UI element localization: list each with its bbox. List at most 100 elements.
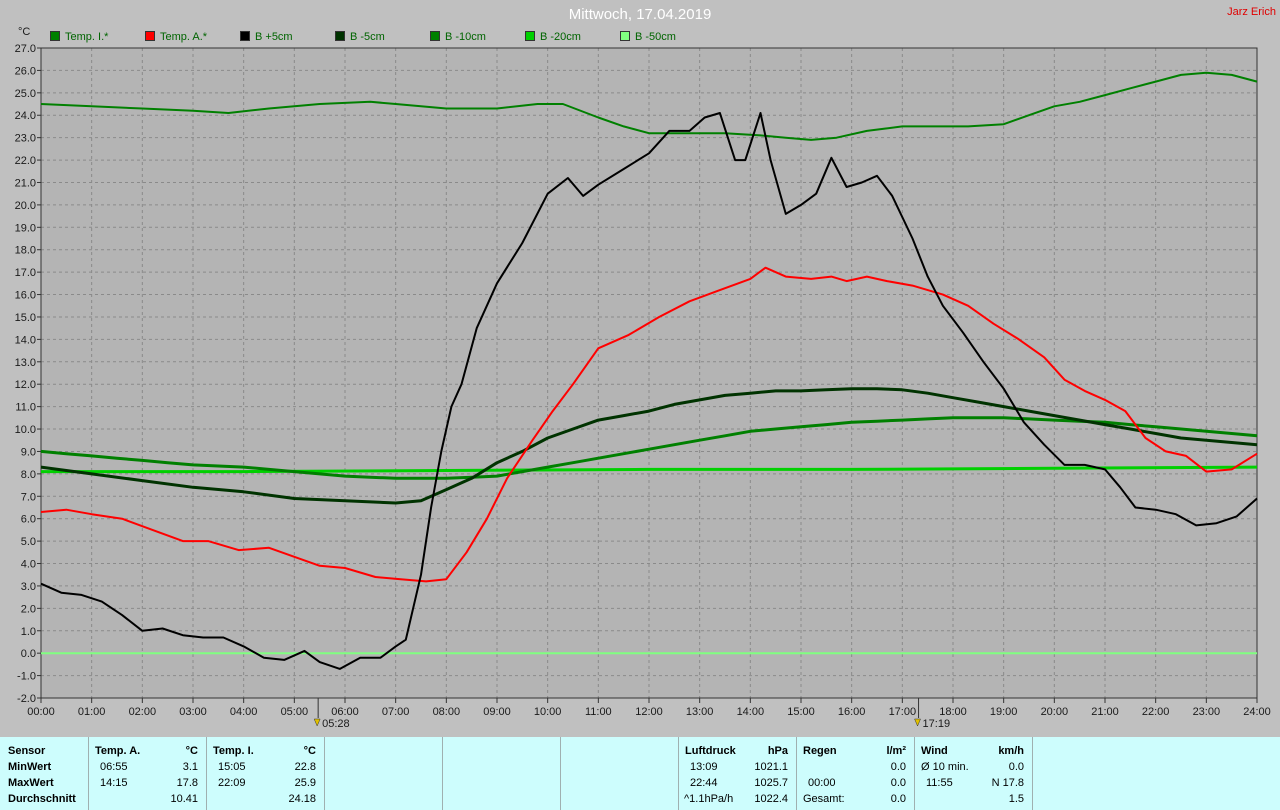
chart-area: Mittwoch, 17.04.2019 Jarz Erich °C Temp.…	[0, 0, 1280, 737]
x-tick-label: 24:00	[1243, 706, 1271, 718]
x-tick-label: 05:00	[281, 706, 309, 718]
rain-time: 00:00	[808, 777, 836, 789]
pressure-header: Luftdruck	[685, 745, 736, 757]
x-tick-label: 06:00	[331, 706, 359, 718]
row-label-avg: Durchschnitt	[8, 793, 76, 805]
wind-day-avg-value: 1.5	[1008, 793, 1024, 805]
y-tick-label: 8.0	[21, 469, 36, 481]
y-tick-label: 24.0	[15, 110, 36, 122]
x-tick-label: 10:00	[534, 706, 562, 718]
x-tick-label: 14:00	[737, 706, 765, 718]
sensor-header: Sensor	[8, 745, 46, 757]
temp-a-min-value: 3.1	[182, 761, 198, 773]
stats-table: Sensor MinWert MaxWert Durchschnitt Temp…	[0, 737, 1280, 810]
x-tick-label: 20:00	[1041, 706, 1069, 718]
temp-i-header: Temp. I.	[213, 745, 254, 757]
y-tick-label: 14.0	[15, 334, 36, 346]
pressure-min-value: 1021.1	[754, 761, 788, 773]
x-tick-label: 22:00	[1142, 706, 1170, 718]
temp-a-max-time: 14:15	[100, 777, 128, 789]
x-tick-label: 15:00	[787, 706, 815, 718]
y-tick-label: 25.0	[15, 88, 36, 100]
y-tick-label: 9.0	[21, 446, 36, 458]
y-tick-label: 6.0	[21, 514, 36, 526]
y-tick-label: 17.0	[15, 267, 36, 279]
y-tick-label: 21.0	[15, 177, 36, 189]
rain-total-value: 0.0	[890, 793, 906, 805]
x-tick-label: 08:00	[433, 706, 461, 718]
y-tick-label: 23.0	[15, 133, 36, 145]
y-tick-label: 27.0	[15, 43, 36, 55]
pressure-avg-value: 1022.4	[754, 793, 788, 805]
temp-i-min-time: 15:05	[218, 761, 246, 773]
x-tick-label: 03:00	[179, 706, 207, 718]
temp-a-max-value: 17.8	[176, 777, 198, 789]
y-tick-label: 0.0	[21, 648, 36, 660]
x-tick-label: 09:00	[483, 706, 511, 718]
chart-svg: 27.0 26.0 25.0 24.0 23.0 22.0 21.0 20.0 19.0 18.0…	[15, 43, 1271, 730]
temp-a-min-time: 06:55	[100, 761, 128, 773]
x-tick-label: 19:00	[990, 706, 1018, 718]
y-tick-label: 13.0	[15, 357, 36, 369]
sun-marker-label: 17:19	[923, 718, 951, 730]
x-tick-label: 04:00	[230, 706, 258, 718]
x-tick-label: 11:00	[585, 706, 612, 718]
sun-icon	[914, 718, 921, 727]
x-tick-label: 00:00	[27, 706, 55, 718]
y-tick-label: 11.0	[15, 402, 36, 414]
y-tick-label: 1.0	[21, 626, 36, 638]
x-tick-label: 07:00	[382, 706, 410, 718]
sun-marker-label: 05:28	[322, 718, 350, 730]
pressure-max-time: 22:44	[690, 777, 718, 789]
wind-max-time: 11:55	[926, 777, 953, 789]
x-tick-label: 17:00	[889, 706, 917, 718]
pressure-unit: hPa	[767, 745, 788, 757]
sun-icon	[313, 718, 321, 727]
wind-header: Wind	[921, 745, 948, 757]
rain-total-label: Gesamt:	[803, 793, 845, 805]
rain-header: Regen	[803, 745, 837, 757]
wind-avg-value: 0.0	[1008, 761, 1024, 773]
y-tick-label: 2.0	[21, 603, 36, 615]
pressure-min-time: 13:09	[690, 761, 718, 773]
y-tick-label: 10.0	[15, 424, 36, 436]
x-tick-label: 21:00	[1091, 706, 1119, 718]
x-tick-label: 13:00	[686, 706, 714, 718]
x-tick-label: 18:00	[939, 706, 967, 718]
row-label-min: MinWert	[8, 761, 52, 773]
wind-max-value: N 17.8	[991, 777, 1024, 789]
y-tick-label: 3.0	[21, 581, 36, 593]
temp-i-max-time: 22:09	[218, 777, 246, 789]
rain-current-value: 0.0	[890, 761, 906, 773]
x-tick-label: 16:00	[838, 706, 866, 718]
y-tick-label: 20.0	[15, 200, 36, 212]
pressure-max-value: 1025.7	[754, 777, 788, 789]
y-tick-label: -1.0	[17, 671, 36, 683]
y-tick-label: -2.0	[17, 693, 36, 705]
pressure-trend: ^1.1hPa/h	[684, 793, 734, 805]
y-tick-label: 18.0	[15, 245, 36, 257]
y-tick-label: 26.0	[15, 65, 36, 77]
wind-unit: km/h	[998, 745, 1024, 757]
y-tick-label: 15.0	[15, 312, 36, 324]
temp-a-avg-value: 10.41	[170, 793, 198, 805]
rain-unit: l/m²	[886, 745, 906, 757]
x-tick-label: 12:00	[635, 706, 663, 718]
y-tick-label: 16.0	[15, 290, 36, 302]
y-tick-label: 7.0	[21, 491, 36, 503]
y-tick-label: 22.0	[15, 155, 36, 167]
y-tick-label: 5.0	[21, 536, 36, 548]
temp-i-max-value: 25.9	[294, 777, 316, 789]
x-tick-label: 02:00	[129, 706, 157, 718]
rain-value: 0.0	[890, 777, 906, 789]
temp-a-header: Temp. A.	[95, 745, 141, 757]
wind-avg-label: Ø 10 min.	[921, 761, 969, 773]
temp-i-min-value: 22.8	[294, 761, 316, 773]
x-tick-label: 23:00	[1193, 706, 1221, 718]
x-tick-label: 01:00	[78, 706, 106, 718]
temp-i-avg-value: 24.18	[288, 793, 316, 805]
temp-i-unit: °C	[303, 745, 316, 757]
row-label-max: MaxWert	[8, 777, 54, 789]
temp-a-unit: °C	[185, 745, 198, 757]
y-tick-label: 4.0	[21, 559, 36, 571]
